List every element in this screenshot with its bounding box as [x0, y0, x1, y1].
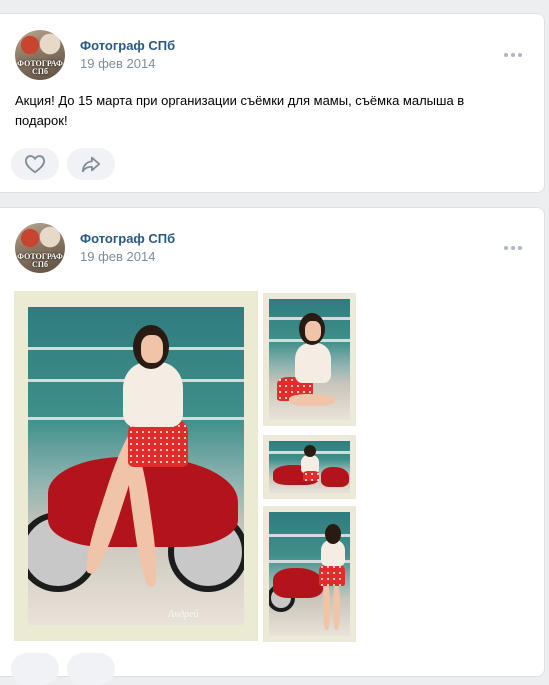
author-avatar[interactable]: ФОТОГРАФ СПб: [15, 223, 65, 273]
share-button[interactable]: [67, 653, 115, 685]
post-author-link[interactable]: Фотограф СПб: [80, 38, 175, 53]
heart-icon: [24, 155, 46, 174]
share-button[interactable]: [67, 148, 115, 180]
like-button[interactable]: [11, 148, 59, 180]
photo-image: [269, 512, 350, 636]
avatar-logo-text: ФОТОГРАФ СПб: [17, 252, 63, 269]
post-author-link[interactable]: Фотограф СПб: [80, 231, 175, 246]
post-card: ФОТОГРАФ СПб Фотограф СПб 19 фев 2014 Ан…: [0, 207, 545, 685]
photo-signature: Андрей: [168, 609, 199, 620]
post-card: ФОТОГРАФ СПб Фотограф СПб 19 фев 2014 Ак…: [0, 13, 545, 193]
post-date[interactable]: 19 фев 2014: [80, 56, 155, 71]
post-date[interactable]: 19 фев 2014: [80, 249, 155, 264]
more-options-icon[interactable]: [504, 52, 522, 58]
more-options-icon[interactable]: [504, 245, 522, 251]
post-photo-main[interactable]: Андрей: [14, 291, 258, 641]
photo-image: [269, 299, 350, 420]
photo-image: Андрей: [28, 307, 244, 625]
post-photo-thumb[interactable]: [263, 293, 356, 426]
avatar-logo-text: ФОТОГРАФ СПб: [17, 59, 63, 76]
post-text: Акция! До 15 марта при организации съёмк…: [15, 93, 465, 128]
post-photo-thumb[interactable]: [263, 435, 356, 499]
like-button[interactable]: [11, 653, 59, 685]
photo-image: [269, 441, 350, 493]
share-arrow-icon: [81, 156, 101, 173]
post-photo-thumb[interactable]: [263, 506, 356, 642]
author-avatar[interactable]: ФОТОГРАФ СПб: [15, 30, 65, 80]
